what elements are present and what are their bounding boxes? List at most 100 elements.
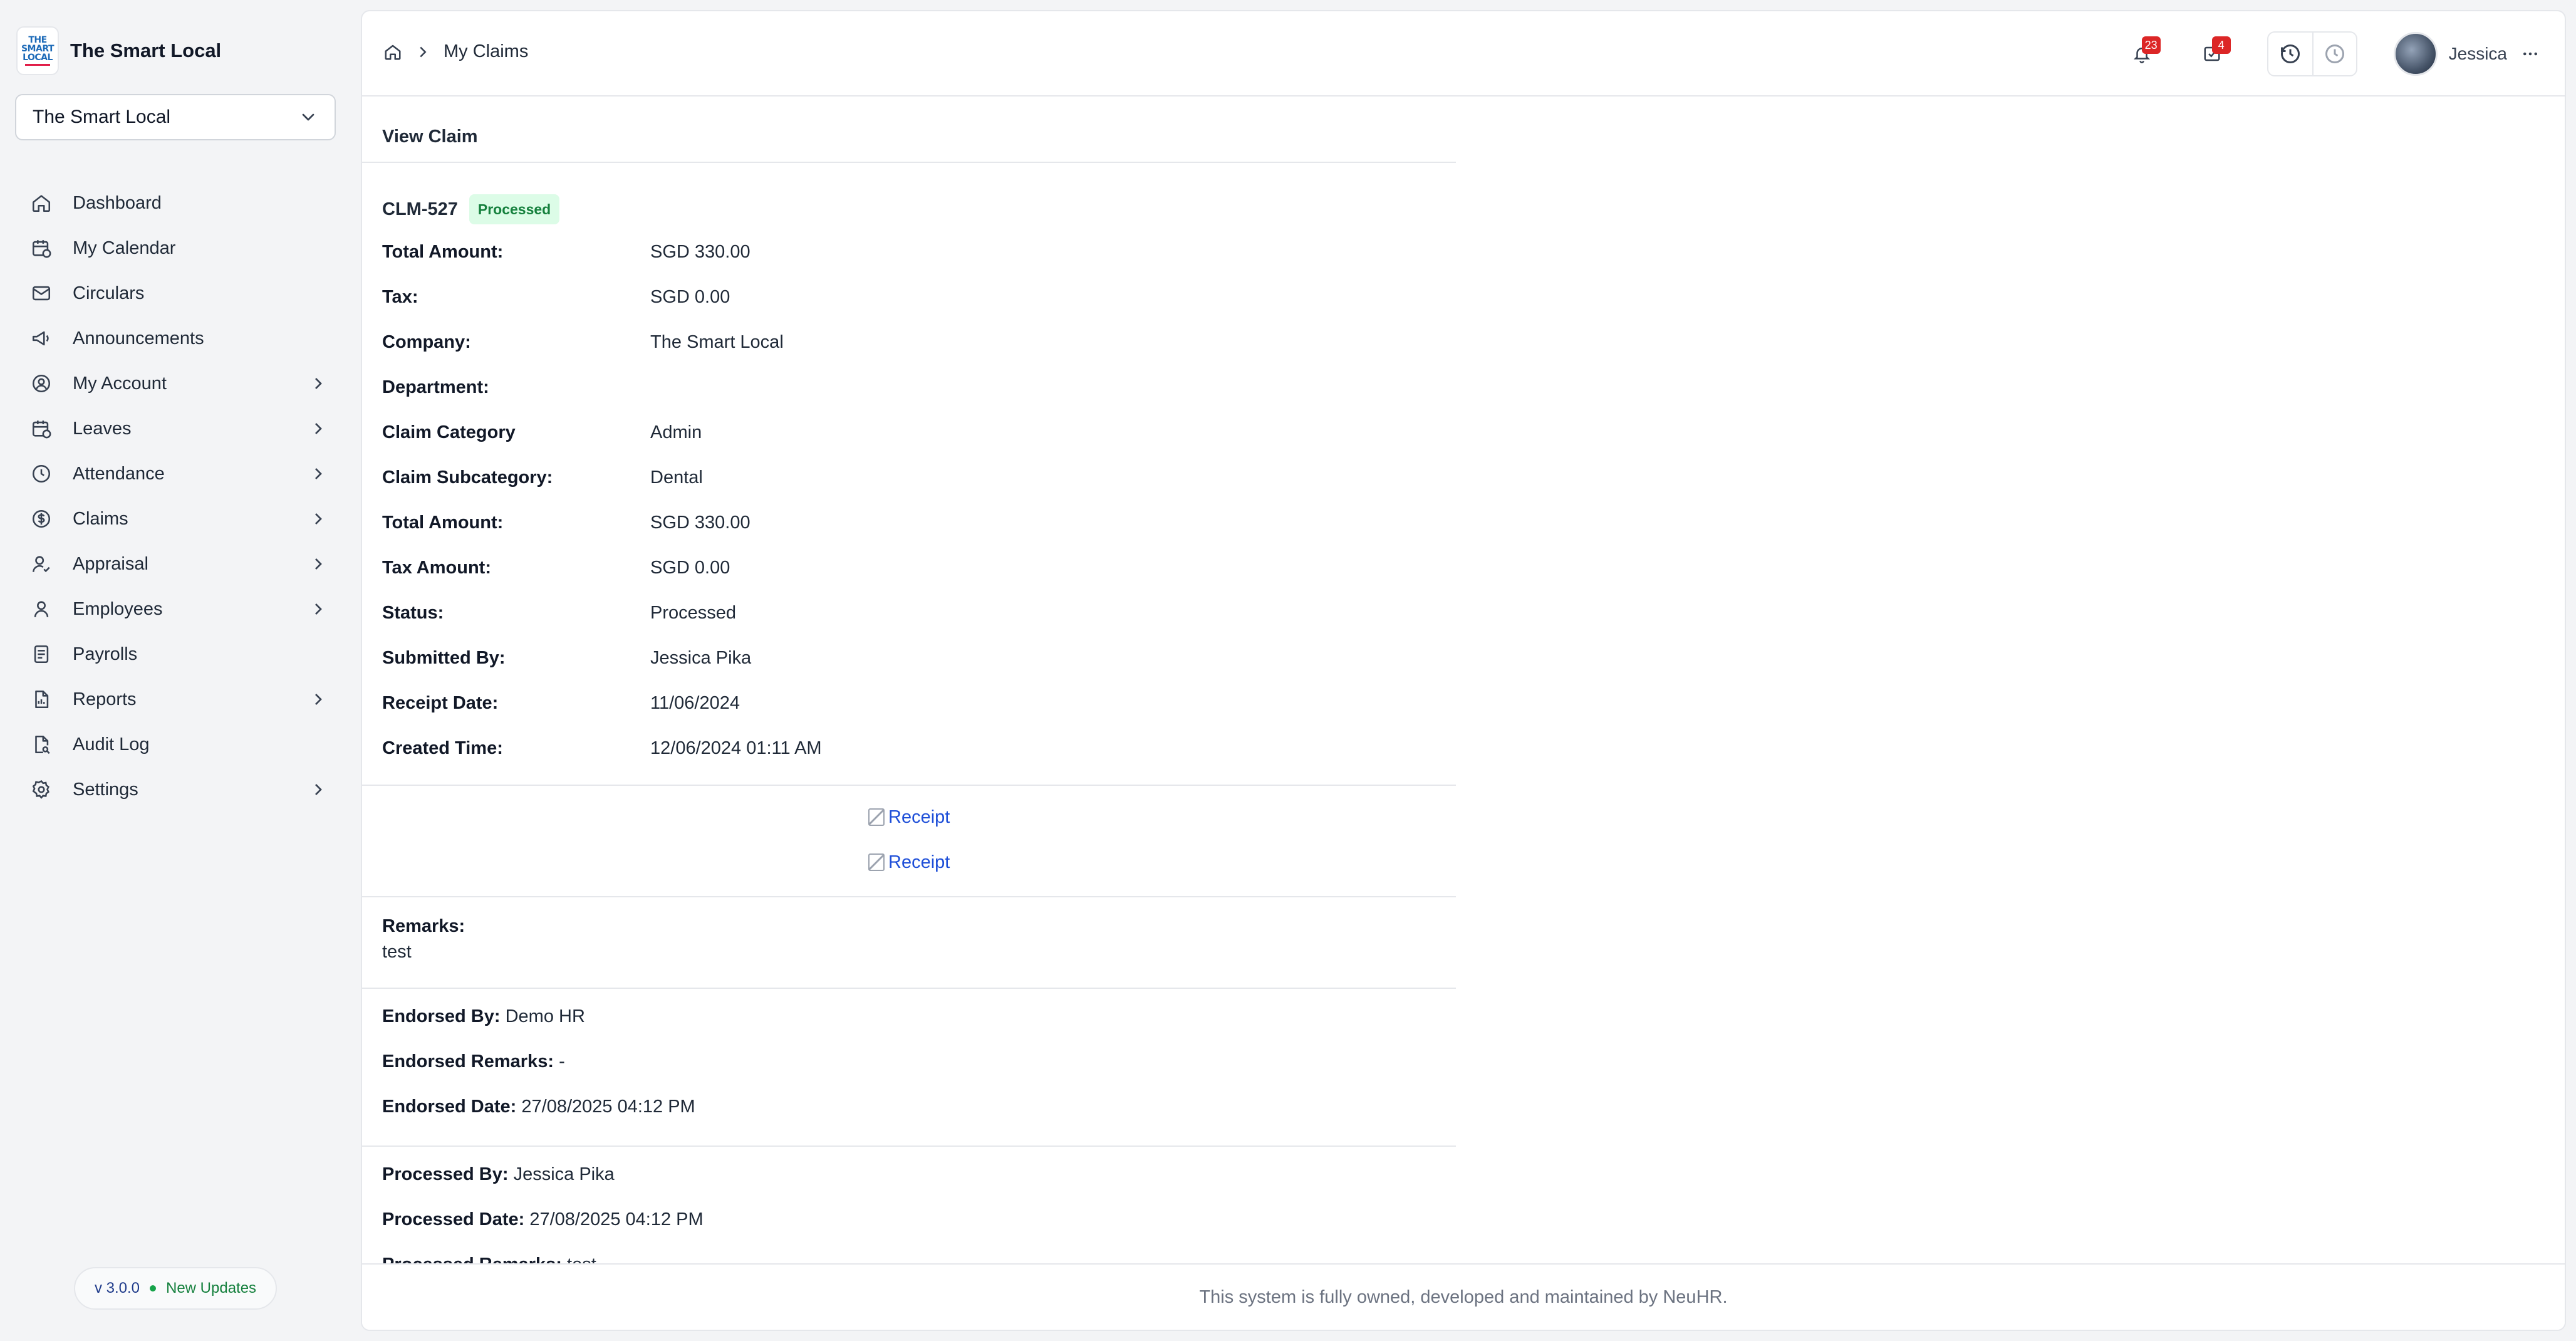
divider <box>362 785 1456 786</box>
clock-icon <box>29 461 54 486</box>
user-check-icon <box>29 551 54 577</box>
company-select-value: The Smart Local <box>33 107 171 127</box>
claim-id: CLM-527 <box>382 199 458 219</box>
sidebar-item-settings[interactable]: Settings <box>15 767 341 812</box>
sidebar-item-label: Payrolls <box>73 644 138 664</box>
receipt-image-link[interactable]: Receipt <box>868 795 950 840</box>
clock-in-button[interactable] <box>2268 33 2312 75</box>
detail-label: Total Amount: <box>382 242 504 262</box>
divider <box>362 1145 1456 1147</box>
detail-value: Demo HR <box>505 1006 585 1026</box>
sidebar-item-my-account[interactable]: My Account <box>15 361 341 406</box>
clock-out-button[interactable] <box>2312 33 2356 75</box>
sidebar-item-label: My Calendar <box>73 237 176 258</box>
detail-value: 27/08/2025 04:12 PM <box>521 1097 695 1117</box>
sidebar-item-claims[interactable]: Claims <box>15 496 341 541</box>
processed-row: Processed By: Jessica Pika <box>382 1164 704 1209</box>
detail-value: SGD 0.00 <box>650 287 730 307</box>
sidebar-item-payrolls[interactable]: Payrolls <box>15 632 341 677</box>
file-chart-icon <box>29 687 54 712</box>
chevron-right-icon <box>315 423 322 434</box>
sidebar-item-my-calendar[interactable]: My Calendar <box>15 226 341 271</box>
claim-details: Total Amount: SGD 330.00 Tax: SGD 0.00 Com… <box>382 242 822 783</box>
user-name: Jessica <box>2448 44 2507 63</box>
more-icon[interactable] <box>2521 44 2540 63</box>
detail-row: Submitted By: Jessica Pika <box>382 648 822 693</box>
sidebar-item-leaves[interactable]: Leaves <box>15 406 341 451</box>
detail-row: Claim Category Admin <box>382 422 822 467</box>
receipt-list: Receipt Receipt <box>868 795 950 885</box>
detail-row: Tax: SGD 0.00 <box>382 287 822 332</box>
sidebar-item-announcements[interactable]: Announcements <box>15 316 341 361</box>
status-dot <box>149 1285 156 1291</box>
avatar <box>2393 32 2438 76</box>
user-icon <box>29 597 54 622</box>
sidebar-item-appraisal[interactable]: Appraisal <box>15 541 341 587</box>
detail-label: Claim Subcategory: <box>382 467 553 488</box>
sidebar-item-employees[interactable]: Employees <box>15 587 341 632</box>
sidebar-item-attendance[interactable]: Attendance <box>15 451 341 496</box>
receipt-image-link[interactable]: Receipt <box>868 840 950 885</box>
detail-label: Receipt Date: <box>382 693 499 713</box>
detail-row: Claim Subcategory: Dental <box>382 467 822 513</box>
chevron-right-icon <box>315 784 322 795</box>
tasks-count-badge: 4 <box>2211 36 2231 54</box>
user-circle-icon <box>29 371 54 396</box>
main-panel: My Claims 23 4 Jessica View Claim CLM-52… <box>361 10 2566 1331</box>
detail-value: Processed <box>650 603 737 623</box>
detail-value: - <box>559 1051 565 1072</box>
detail-row: Department: <box>382 377 822 422</box>
sidebar-item-label: Leaves <box>73 418 132 439</box>
detail-label: Tax Amount: <box>382 558 491 578</box>
receipt-alt-text: Receipt <box>888 852 950 872</box>
breadcrumb: My Claims <box>383 41 528 62</box>
sidebar-item-label: Circulars <box>73 283 145 303</box>
breadcrumb-current[interactable]: My Claims <box>444 41 528 62</box>
tasks-button[interactable]: 4 <box>2194 36 2231 71</box>
calendar-icon <box>29 416 54 441</box>
sidebar-item-label: Audit Log <box>73 734 150 754</box>
detail-label: Endorsed Remarks: <box>382 1051 554 1072</box>
claim-header: CLM-527 Processed <box>382 194 560 224</box>
sidebar-item-circulars[interactable]: Circulars <box>15 271 341 316</box>
endorsed-row: Endorsed Remarks: - <box>382 1051 695 1097</box>
detail-value: SGD 0.00 <box>650 558 730 578</box>
page-title: View Claim <box>362 98 1456 163</box>
version-badge[interactable]: v 3.0.0 New Updates <box>74 1267 277 1310</box>
detail-label: Claim Category <box>382 422 516 442</box>
endorsed-row: Endorsed Date: 27/08/2025 04:12 PM <box>382 1097 695 1142</box>
remarks-value: test <box>382 942 412 962</box>
broken-image-icon <box>868 808 885 826</box>
home-icon[interactable] <box>383 43 402 61</box>
topbar: My Claims 23 4 Jessica <box>362 11 2565 97</box>
receipt-alt-text: Receipt <box>888 806 950 827</box>
detail-label: Tax: <box>382 287 418 307</box>
detail-label: Created Time: <box>382 738 503 758</box>
notifications-button[interactable]: 23 <box>2124 36 2161 71</box>
status-badge: Processed <box>469 194 560 224</box>
footer: This system is fully owned, developed an… <box>362 1263 2565 1330</box>
detail-value: 11/06/2024 <box>650 693 740 713</box>
dollar-circle-icon <box>29 506 54 531</box>
company-select[interactable]: The Smart Local <box>15 94 336 140</box>
chevron-right-icon <box>315 468 322 479</box>
clock-out-icon <box>2325 44 2344 63</box>
sidebar-item-audit-log[interactable]: Audit Log <box>15 722 341 767</box>
user-menu[interactable]: Jessica <box>2393 32 2540 76</box>
detail-label: Department: <box>382 377 489 397</box>
detail-value: SGD 330.00 <box>650 242 750 262</box>
detail-label: Processed Date: <box>382 1209 525 1229</box>
detail-row: Tax Amount: SGD 0.00 <box>382 558 822 603</box>
notifications-count-badge: 23 <box>2141 36 2161 54</box>
sidebar-item-label: Settings <box>73 779 138 800</box>
detail-label: Endorsed Date: <box>382 1097 517 1117</box>
sidebar-item-label: Appraisal <box>73 553 148 574</box>
clock-in-icon <box>2280 44 2300 63</box>
sidebar-item-dashboard[interactable]: Dashboard <box>15 180 341 226</box>
receipt-icon <box>29 642 54 667</box>
chevron-right-icon <box>315 513 322 524</box>
detail-row: Status: Processed <box>382 603 822 648</box>
sidebar-item-reports[interactable]: Reports <box>15 677 341 722</box>
brand[interactable]: THE SMART LOCAL The Smart Local <box>16 26 221 75</box>
topbar-actions: 23 4 Jessica <box>2124 30 2540 78</box>
